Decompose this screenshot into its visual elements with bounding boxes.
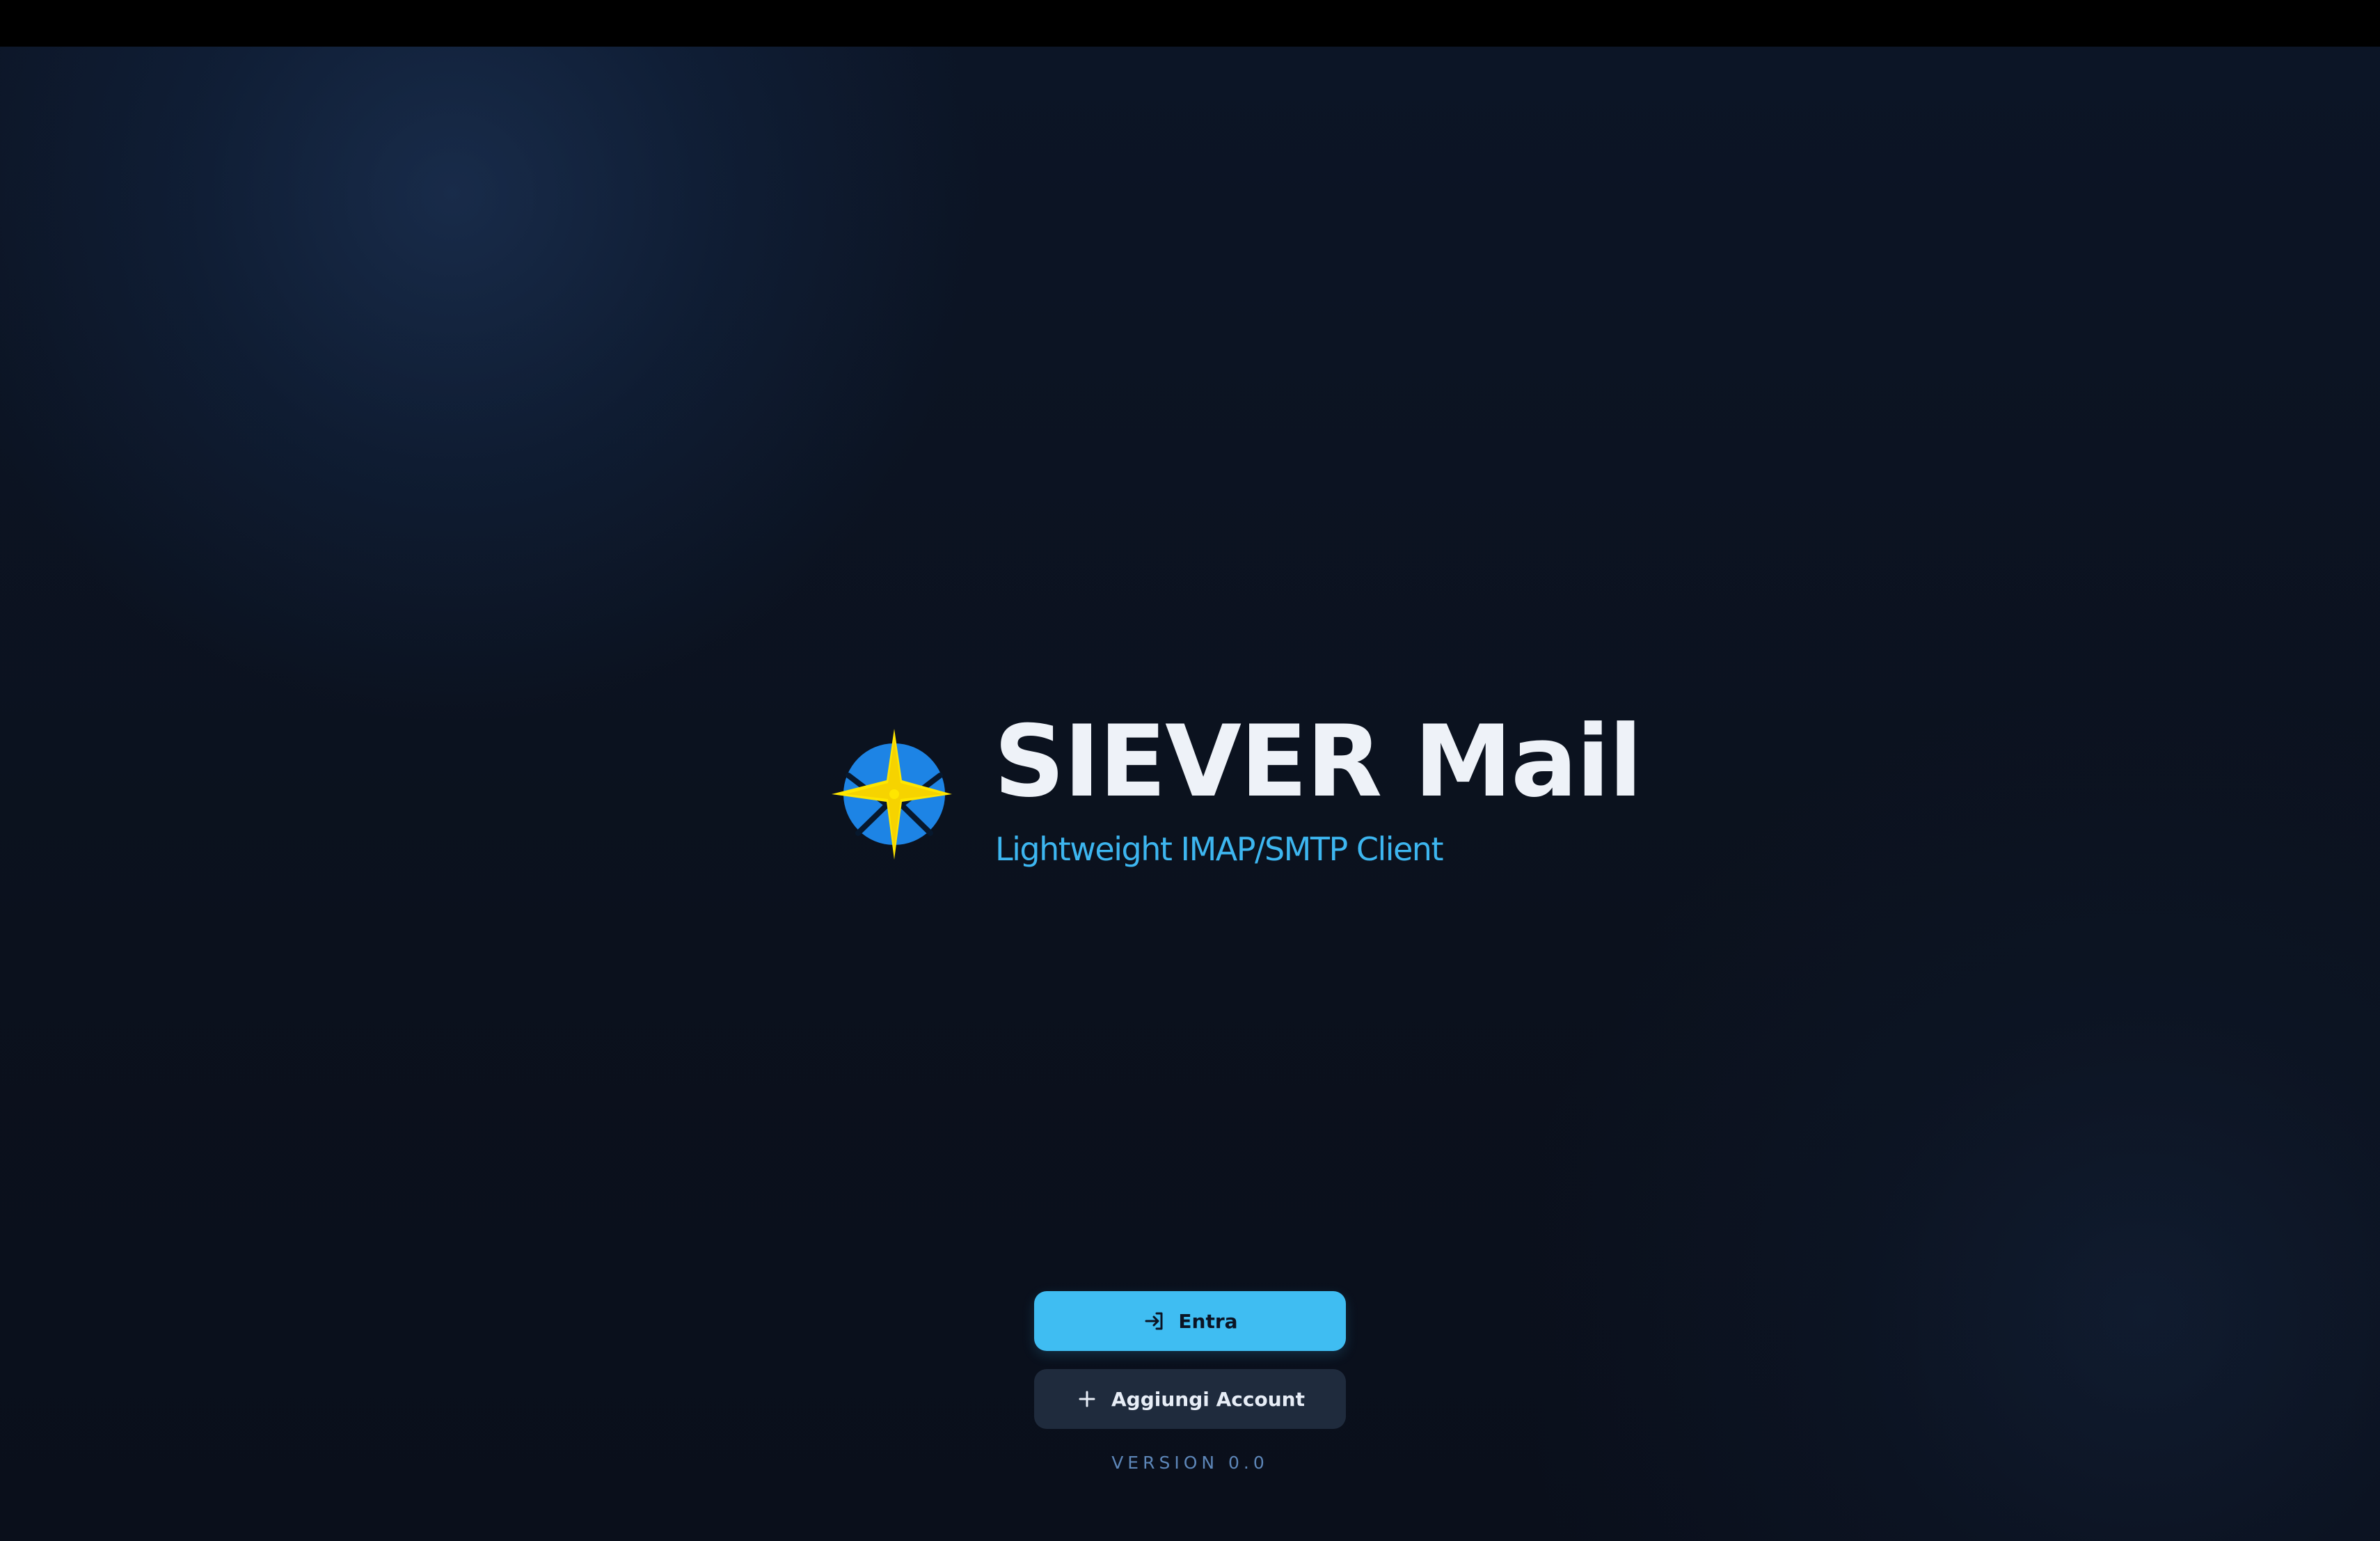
start-actions: Entra Aggiungi Account VERSION 0.0 [1034,1291,1346,1473]
version-label: VERSION 0.0 [1111,1453,1269,1473]
top-black-bar [0,0,2380,47]
app-title: SIEVER Mail [994,704,1642,819]
login-arrow-icon [1142,1309,1166,1333]
app-subtitle: Lightweight IMAP/SMTP Client [995,830,1444,868]
add-account-label: Aggiungi Account [1111,1387,1305,1411]
plus-icon [1075,1387,1099,1411]
envelope-star-logo-icon [832,729,952,860]
enter-button[interactable]: Entra [1034,1291,1346,1351]
hero: SIEVER Mail Lightweight IMAP/SMTP Client [832,703,1642,877]
add-account-button[interactable]: Aggiungi Account [1034,1369,1346,1429]
enter-label: Entra [1178,1309,1238,1333]
